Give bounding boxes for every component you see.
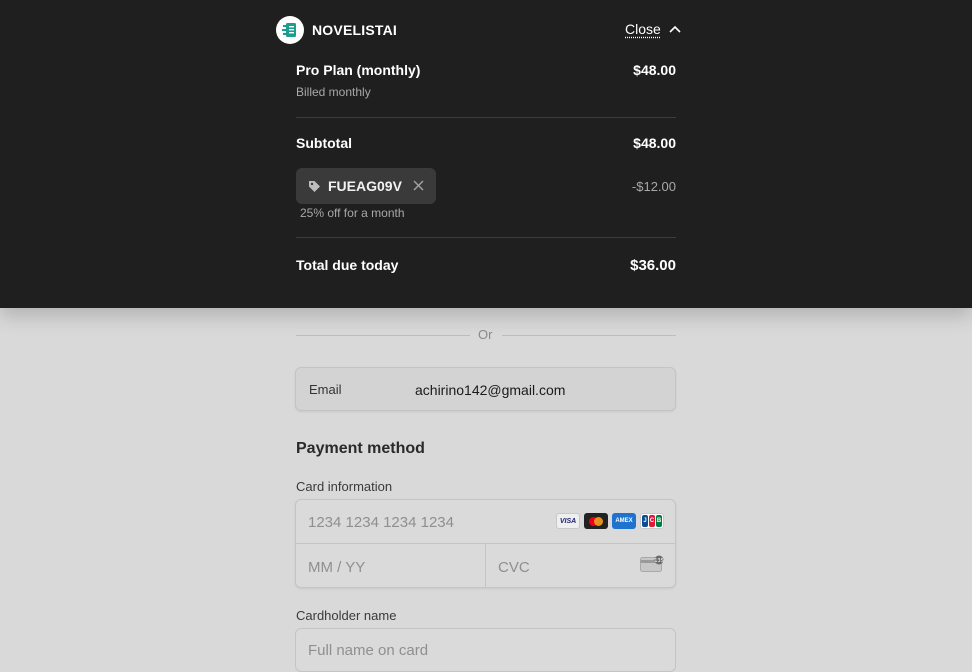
- novelistai-logo-icon: [276, 16, 304, 44]
- jcb-letter-b: B: [656, 515, 662, 527]
- order-summary-panel: NOVELISTAI Close Pro Plan (monthly) $48.…: [0, 0, 972, 308]
- card-number-input[interactable]: 1234 1234 1234 1234: [308, 514, 454, 531]
- jcb-letter-j: J: [642, 515, 648, 527]
- divider: [296, 117, 676, 118]
- promo-code-chip: FUEAG09V: [296, 168, 436, 204]
- cvc-input[interactable]: CVC: [498, 559, 530, 576]
- email-value: achirino142@gmail.com: [415, 382, 566, 398]
- mastercard-icon: [584, 513, 608, 529]
- divider: [296, 237, 676, 238]
- subtotal-label: Subtotal: [296, 135, 352, 151]
- payment-method-title: Payment method: [296, 440, 425, 457]
- subtotal-row: Subtotal $48.00: [296, 135, 676, 155]
- plan-price: $48.00: [633, 62, 676, 78]
- jcb-icon: J C B: [640, 513, 664, 529]
- total-label: Total due today: [296, 257, 399, 273]
- brand: NOVELISTAI: [276, 16, 397, 44]
- plan-name: Pro Plan (monthly): [296, 62, 421, 78]
- plan-line-item: Pro Plan (monthly) $48.00 Billed monthly: [296, 62, 676, 102]
- visa-icon: VISA: [556, 513, 580, 529]
- divider: [485, 544, 486, 587]
- close-summary-button[interactable]: Close: [625, 21, 681, 37]
- svg-text:135: 135: [654, 558, 664, 564]
- or-divider-right: [502, 335, 676, 336]
- expiry-input[interactable]: MM / YY: [308, 559, 365, 576]
- card-brand-icons: VISA AMEX J C B: [556, 513, 664, 529]
- discount-amount: -$12.00: [631, 179, 676, 194]
- promo-code: FUEAG09V: [328, 178, 402, 194]
- promo-description: 25% off for a month: [300, 206, 405, 220]
- cvc-card-icon: 135: [640, 555, 664, 572]
- or-label: Or: [478, 327, 493, 342]
- amex-icon: AMEX: [612, 513, 636, 529]
- cardholder-name-input[interactable]: Full name on card: [295, 628, 676, 672]
- card-information-label: Card information: [296, 479, 393, 494]
- brand-name: NOVELISTAI: [312, 22, 397, 38]
- close-icon: [413, 180, 424, 191]
- total-row: Total due today $36.00: [296, 257, 676, 277]
- plan-billing: Billed monthly: [296, 85, 371, 99]
- jcb-letter-c: C: [649, 515, 655, 527]
- cardholder-placeholder: Full name on card: [308, 642, 429, 659]
- cardholder-name-label: Cardholder name: [296, 608, 397, 623]
- subtotal-amount: $48.00: [633, 135, 676, 151]
- tag-icon: [309, 180, 320, 192]
- chevron-up-icon: [669, 25, 681, 33]
- remove-promo-button[interactable]: [413, 178, 424, 196]
- card-information-group: 1234 1234 1234 1234 VISA AMEX J C B MM /…: [295, 499, 676, 588]
- email-field[interactable]: Email achirino142@gmail.com: [295, 367, 676, 411]
- email-label: Email: [309, 382, 342, 397]
- close-label: Close: [625, 21, 661, 37]
- or-divider-left: [296, 335, 470, 336]
- total-amount: $36.00: [630, 257, 676, 274]
